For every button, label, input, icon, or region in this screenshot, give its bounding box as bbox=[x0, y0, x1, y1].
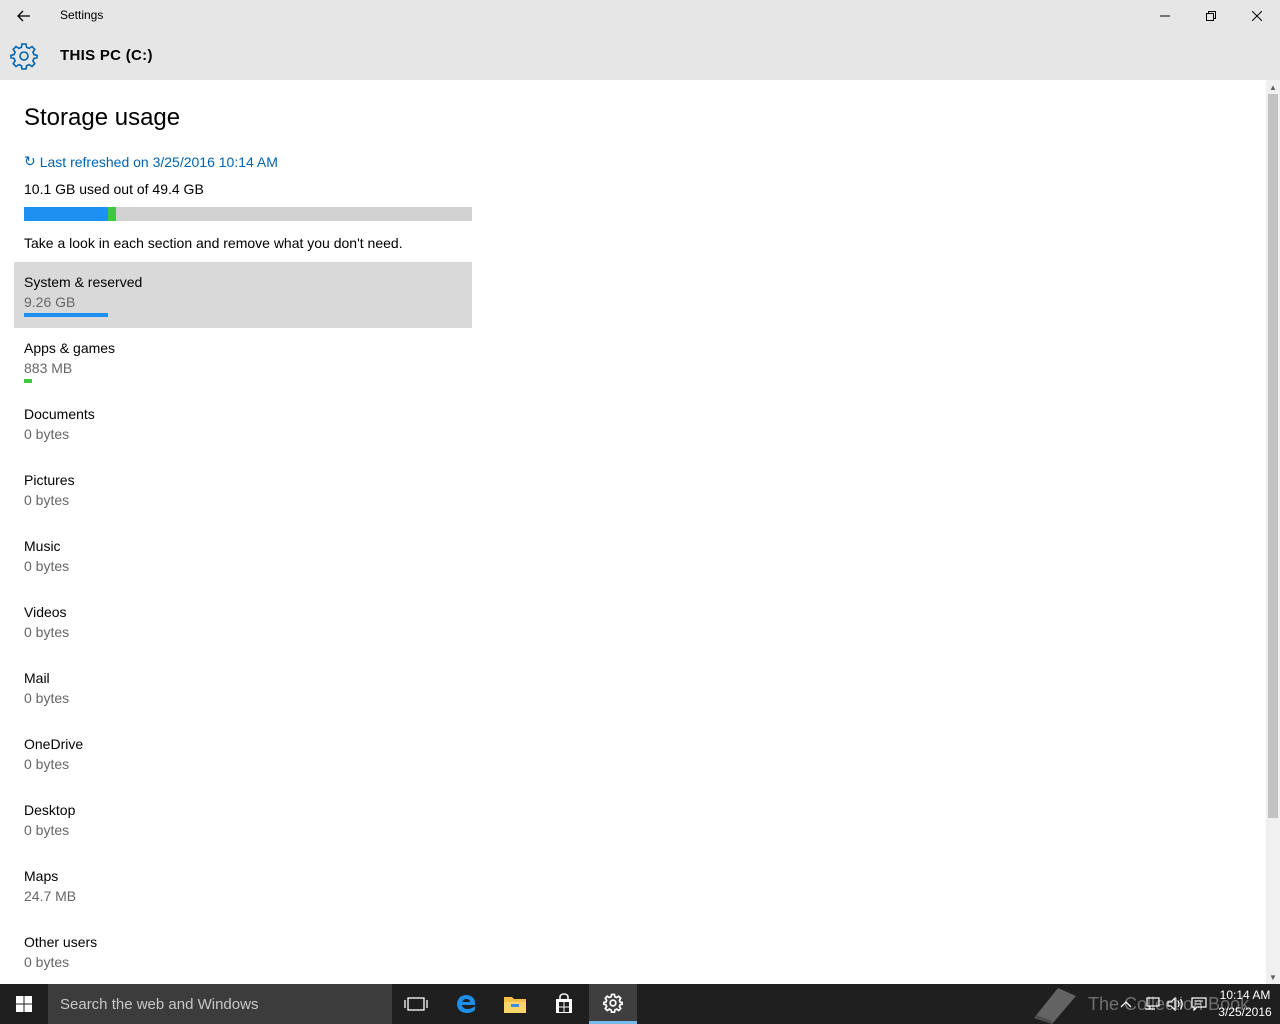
minimize-button[interactable] bbox=[1142, 0, 1188, 32]
header-title: THIS PC (C:) bbox=[60, 47, 153, 64]
volume-icon bbox=[1167, 997, 1183, 1011]
action-center-icon bbox=[1191, 997, 1207, 1011]
usage-bar-segment bbox=[24, 207, 108, 221]
restore-icon bbox=[1206, 11, 1216, 21]
category-name: Apps & games bbox=[24, 340, 116, 356]
store-icon bbox=[556, 993, 572, 1013]
category-name: Documents bbox=[24, 406, 95, 422]
category-size: 0 bytes bbox=[24, 492, 70, 508]
refresh-icon: ↻ bbox=[24, 153, 36, 169]
file-explorer-icon bbox=[504, 997, 526, 1013]
category-list: System & reserved 9.26 GB Apps & games 883 … bbox=[14, 262, 472, 988]
task-view-button[interactable] bbox=[392, 984, 440, 1024]
storage-category-item[interactable]: Mail 0 bytes bbox=[14, 658, 472, 724]
usage-summary: 10.1 GB used out of 49.4 GB bbox=[24, 181, 204, 197]
scroll-up-icon[interactable]: ▲ bbox=[1266, 80, 1280, 94]
settings-taskbar-button[interactable] bbox=[589, 984, 637, 1024]
page-header: THIS PC (C:) bbox=[0, 32, 1280, 80]
title-bar: Settings bbox=[0, 0, 1280, 32]
volume-button[interactable] bbox=[1164, 984, 1188, 1024]
start-button[interactable] bbox=[0, 984, 48, 1024]
close-button[interactable] bbox=[1234, 0, 1280, 32]
restore-button[interactable] bbox=[1188, 0, 1234, 32]
network-icon bbox=[1145, 997, 1160, 1010]
category-name: Videos bbox=[24, 604, 67, 620]
back-arrow-icon bbox=[17, 10, 30, 22]
close-icon bbox=[1252, 11, 1262, 21]
category-name: System & reserved bbox=[24, 274, 143, 290]
minimize-icon bbox=[1160, 15, 1170, 17]
storage-usage-page: Storage usage ↻ Last refreshed on 3/25/2… bbox=[0, 80, 1266, 984]
storage-category-item[interactable]: Desktop 0 bytes bbox=[14, 790, 472, 856]
show-hidden-icons-button[interactable] bbox=[1114, 984, 1138, 1024]
settings-icon bbox=[603, 993, 623, 1013]
storage-category-item[interactable]: Documents 0 bytes bbox=[14, 394, 472, 460]
category-size: 0 bytes bbox=[24, 690, 70, 706]
edge-icon bbox=[457, 995, 475, 1013]
taskbar-search-box[interactable]: Search the web and Windows bbox=[48, 984, 392, 1024]
back-button[interactable] bbox=[0, 0, 48, 32]
chevron-up-icon bbox=[1120, 1001, 1132, 1008]
task-view-icon bbox=[404, 997, 428, 1011]
storage-category-item[interactable]: Pictures 0 bytes bbox=[14, 460, 472, 526]
category-size: 0 bytes bbox=[24, 822, 70, 838]
store-button[interactable] bbox=[540, 984, 588, 1024]
storage-category-item[interactable]: Maps 24.7 MB bbox=[14, 856, 472, 922]
clock-date: 3/25/2016 bbox=[1218, 1005, 1272, 1019]
action-center-button[interactable] bbox=[1187, 984, 1211, 1024]
category-usage-bar bbox=[24, 379, 32, 383]
category-size: 0 bytes bbox=[24, 558, 70, 574]
taskbar-clock[interactable]: 10:14 AM 3/25/2016 bbox=[1212, 987, 1278, 1021]
category-name: Music bbox=[24, 538, 61, 554]
storage-category-item[interactable]: Music 0 bytes bbox=[14, 526, 472, 592]
category-size: 9.26 GB bbox=[24, 294, 76, 310]
scroll-thumb[interactable] bbox=[1268, 94, 1278, 818]
category-name: Mail bbox=[24, 670, 50, 686]
category-name: Pictures bbox=[24, 472, 75, 488]
category-name: OneDrive bbox=[24, 736, 84, 752]
category-size: 0 bytes bbox=[24, 426, 70, 442]
gear-icon bbox=[10, 43, 38, 70]
vertical-scrollbar[interactable]: ▲ ▼ bbox=[1266, 80, 1280, 984]
hint-text: Take a look in each section and remove w… bbox=[24, 235, 403, 251]
refresh-link[interactable]: ↻ Last refreshed on 3/25/2016 10:14 AM bbox=[24, 153, 278, 170]
category-size: 24.7 MB bbox=[24, 888, 77, 904]
storage-category-item[interactable]: Apps & games 883 MB bbox=[14, 328, 472, 394]
book-icon bbox=[1034, 988, 1076, 1024]
category-size: 0 bytes bbox=[24, 624, 70, 640]
page-title: Storage usage bbox=[24, 104, 181, 131]
category-size: 0 bytes bbox=[24, 954, 70, 970]
category-size: 0 bytes bbox=[24, 756, 70, 772]
clock-time: 10:14 AM bbox=[1219, 988, 1271, 1002]
category-name: Maps bbox=[24, 868, 59, 884]
category-name: Desktop bbox=[24, 802, 76, 818]
file-explorer-button[interactable] bbox=[491, 984, 539, 1024]
search-placeholder: Search the web and Windows bbox=[60, 995, 259, 1013]
category-name: Other users bbox=[24, 934, 98, 950]
usage-bar bbox=[24, 207, 472, 221]
storage-category-item[interactable]: Other users 0 bytes bbox=[14, 922, 472, 988]
window-title: Settings bbox=[60, 8, 104, 22]
usage-bar-segment bbox=[108, 207, 116, 221]
storage-category-item[interactable]: OneDrive 0 bytes bbox=[14, 724, 472, 790]
taskbar: Search the web and Windows The Collectio… bbox=[0, 984, 1280, 1024]
category-size: 883 MB bbox=[24, 360, 73, 376]
edge-button[interactable] bbox=[442, 984, 490, 1024]
storage-category-item[interactable]: System & reserved 9.26 GB bbox=[14, 262, 472, 328]
windows-logo-icon bbox=[16, 996, 32, 1012]
scroll-down-icon[interactable]: ▼ bbox=[1266, 970, 1280, 984]
storage-category-item[interactable]: Videos 0 bytes bbox=[14, 592, 472, 658]
category-usage-bar bbox=[24, 313, 108, 317]
refresh-label: Last refreshed on 3/25/2016 10:14 AM bbox=[39, 153, 278, 170]
network-button[interactable] bbox=[1140, 984, 1164, 1024]
